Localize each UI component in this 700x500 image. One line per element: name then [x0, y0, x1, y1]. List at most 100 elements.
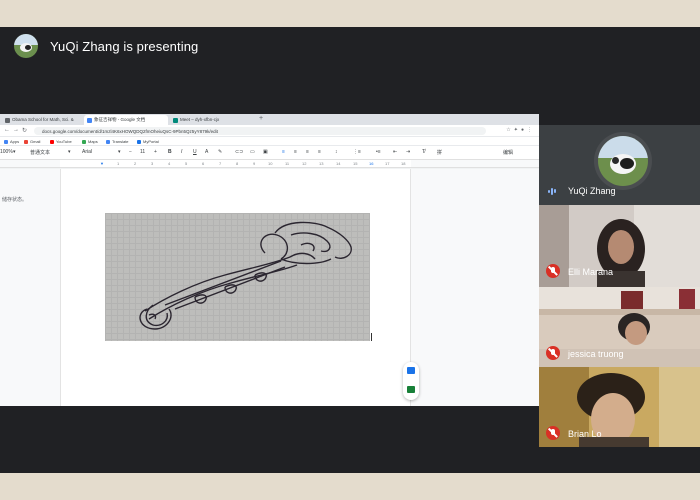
extension-icons[interactable]: ☆✦●⋮ — [506, 127, 535, 133]
comment-icon[interactable]: ▭ — [250, 149, 255, 155]
participant-tile[interactable]: Brian Lo — [539, 367, 700, 447]
decrease-size-icon[interactable]: − — [129, 149, 132, 155]
forward-icon[interactable]: → — [13, 127, 19, 133]
shared-screen[interactable]: Obama School for Math, Sci. & 象征吉祥物 - Go… — [0, 114, 539, 406]
underline-icon[interactable]: U — [193, 149, 197, 155]
ruler-tick: 5 — [185, 161, 188, 166]
bookmark-gmail[interactable]: Gmail — [24, 139, 40, 144]
chevron-down-icon[interactable]: ▾ — [118, 149, 121, 155]
mic-off-icon — [546, 426, 560, 440]
browser-tab-strip: Obama School for Math, Sci. & 象征吉祥物 - Go… — [0, 114, 539, 125]
ruler-tick: 11 — [285, 161, 290, 166]
mic-off-icon — [546, 346, 560, 360]
clear-format-icon[interactable]: T̸ — [422, 149, 425, 155]
align-left-icon[interactable]: ≡ — [282, 149, 285, 155]
line-spacing-icon[interactable]: ↕ — [335, 149, 338, 155]
new-tab-button[interactable]: + — [259, 115, 263, 122]
bulleted-list-icon[interactable]: •≡ — [376, 149, 381, 155]
image-icon[interactable]: ▣ — [263, 149, 268, 155]
ruler-tick: 14 — [336, 161, 341, 166]
justify-icon[interactable]: ≡ — [318, 149, 321, 155]
docs-favicon-icon — [87, 118, 92, 123]
address-bar-row: ← → ↻ docs.google.com/document/d/1mzl4K6… — [0, 125, 539, 137]
bold-icon[interactable]: B — [168, 149, 172, 155]
add-comment-icon[interactable] — [407, 367, 415, 374]
ruler-tick: 13 — [319, 161, 324, 166]
bookmark-translate[interactable]: Translate — [106, 139, 129, 144]
presenter-bar: YuQi Zhang is presenting — [14, 33, 198, 59]
font-select[interactable]: Arial — [82, 149, 92, 155]
browser-tab-active[interactable]: 象征吉祥物 - Google 文档 — [84, 115, 168, 125]
ruler-tick: 6 — [202, 161, 205, 166]
style-select[interactable]: 普通文本 — [30, 149, 50, 156]
ruler-tick: 17 — [385, 161, 390, 166]
participant-video — [539, 367, 700, 447]
browser-tab[interactable]: Obama School for Math, Sci. & — [2, 115, 82, 125]
meet-window: YuQi Zhang is presenting Obama School fo… — [0, 27, 700, 473]
ruler-tick: 18 — [401, 161, 406, 166]
ruler-tick: 12 — [302, 161, 307, 166]
meet-favicon-icon — [173, 118, 178, 123]
ruler-tick: 3 — [151, 161, 154, 166]
document-area[interactable]: 储存状态。 — [0, 169, 539, 406]
ruler-tick: 8 — [236, 161, 239, 166]
chevron-down-icon[interactable]: ▾ — [13, 149, 16, 155]
ruler-tick: 16 — [369, 161, 374, 166]
edit-mode-select[interactable]: 编辑 — [503, 149, 513, 156]
mic-off-icon — [546, 264, 560, 278]
url-field[interactable]: docs.google.com/document/d/1mzl4K6xHOWQD… — [34, 127, 486, 135]
reload-icon[interactable]: ↻ — [22, 127, 27, 134]
font-size-field[interactable]: 11 — [140, 149, 145, 155]
participant-video — [539, 205, 700, 287]
ruyi-sketch-image[interactable] — [105, 213, 370, 341]
participant-name: Elli Marana — [568, 267, 614, 277]
ruler-tick: 7 — [219, 161, 222, 166]
browser-tab[interactable]: Meet – dyh-xfbn-cjx — [170, 115, 252, 125]
align-center-icon[interactable]: ≡ — [294, 149, 297, 155]
ruler-indent-icon[interactable]: ▼ — [100, 161, 104, 166]
participant-name: jessica truong — [568, 349, 624, 359]
participant-tile[interactable]: Elli Marana — [539, 205, 700, 287]
increase-size-icon[interactable]: + — [154, 149, 157, 155]
suggest-edit-icon[interactable] — [407, 386, 415, 393]
floating-actions — [403, 362, 419, 400]
ruler-tick: 15 — [353, 161, 358, 166]
link-icon[interactable]: ⊂⊃ — [235, 149, 243, 155]
participant-name: YuQi Zhang — [568, 186, 616, 196]
text-color-icon[interactable]: A — [205, 149, 208, 155]
back-icon[interactable]: ← — [4, 127, 10, 133]
ruler-tick: 1 — [117, 161, 120, 166]
bookmark-apps[interactable]: Apps — [4, 139, 19, 144]
chevron-down-icon[interactable]: ▾ — [68, 149, 71, 155]
ruler-tick: 2 — [134, 161, 137, 166]
ruler-tick: 10 — [268, 161, 273, 166]
bookmarks-bar: Apps Gmail YouTube Maps Translate MyPort… — [0, 137, 539, 146]
participant-tile[interactable]: jessica truong — [539, 287, 700, 367]
bookmark-myportal[interactable]: MyPortal — [137, 139, 159, 144]
bookmark-youtube[interactable]: YouTube — [50, 139, 72, 144]
speaking-indicator-icon — [548, 187, 556, 195]
doc-side-text: 储存状态。 — [2, 197, 28, 203]
document-page[interactable] — [60, 169, 411, 406]
participant-tile-presenter[interactable]: YuQi Zhang — [539, 125, 700, 205]
participant-name: Brian Lo — [568, 429, 602, 439]
numbered-list-icon[interactable]: ⋮≡ — [353, 149, 361, 155]
docs-ruler: ▼ 1 2 3 4 5 6 7 8 9 10 11 12 13 14 15 16… — [0, 160, 539, 168]
input-tools-icon[interactable]: 拼 — [437, 149, 442, 156]
indent-icon[interactable]: ⇥ — [406, 149, 410, 155]
text-cursor — [371, 333, 372, 341]
tab-label: Meet – dyh-xfbn-cjx — [180, 117, 220, 122]
avatar — [598, 136, 648, 186]
zoom-select[interactable]: 100% — [0, 149, 13, 155]
italic-icon[interactable]: I — [181, 149, 182, 155]
bookmark-maps[interactable]: Maps — [82, 139, 98, 144]
ruyi-drawing — [139, 221, 352, 330]
presenter-label: YuQi Zhang is presenting — [50, 38, 199, 54]
ruler-tick: 4 — [168, 161, 171, 166]
tab-favicon-icon — [5, 118, 10, 123]
presenter-avatar — [14, 34, 38, 58]
highlight-icon[interactable]: ✎ — [218, 149, 222, 155]
tab-label: Obama School for Math, Sci. & — [12, 117, 74, 122]
align-right-icon[interactable]: ≡ — [306, 149, 309, 155]
outdent-icon[interactable]: ⇤ — [393, 149, 397, 155]
